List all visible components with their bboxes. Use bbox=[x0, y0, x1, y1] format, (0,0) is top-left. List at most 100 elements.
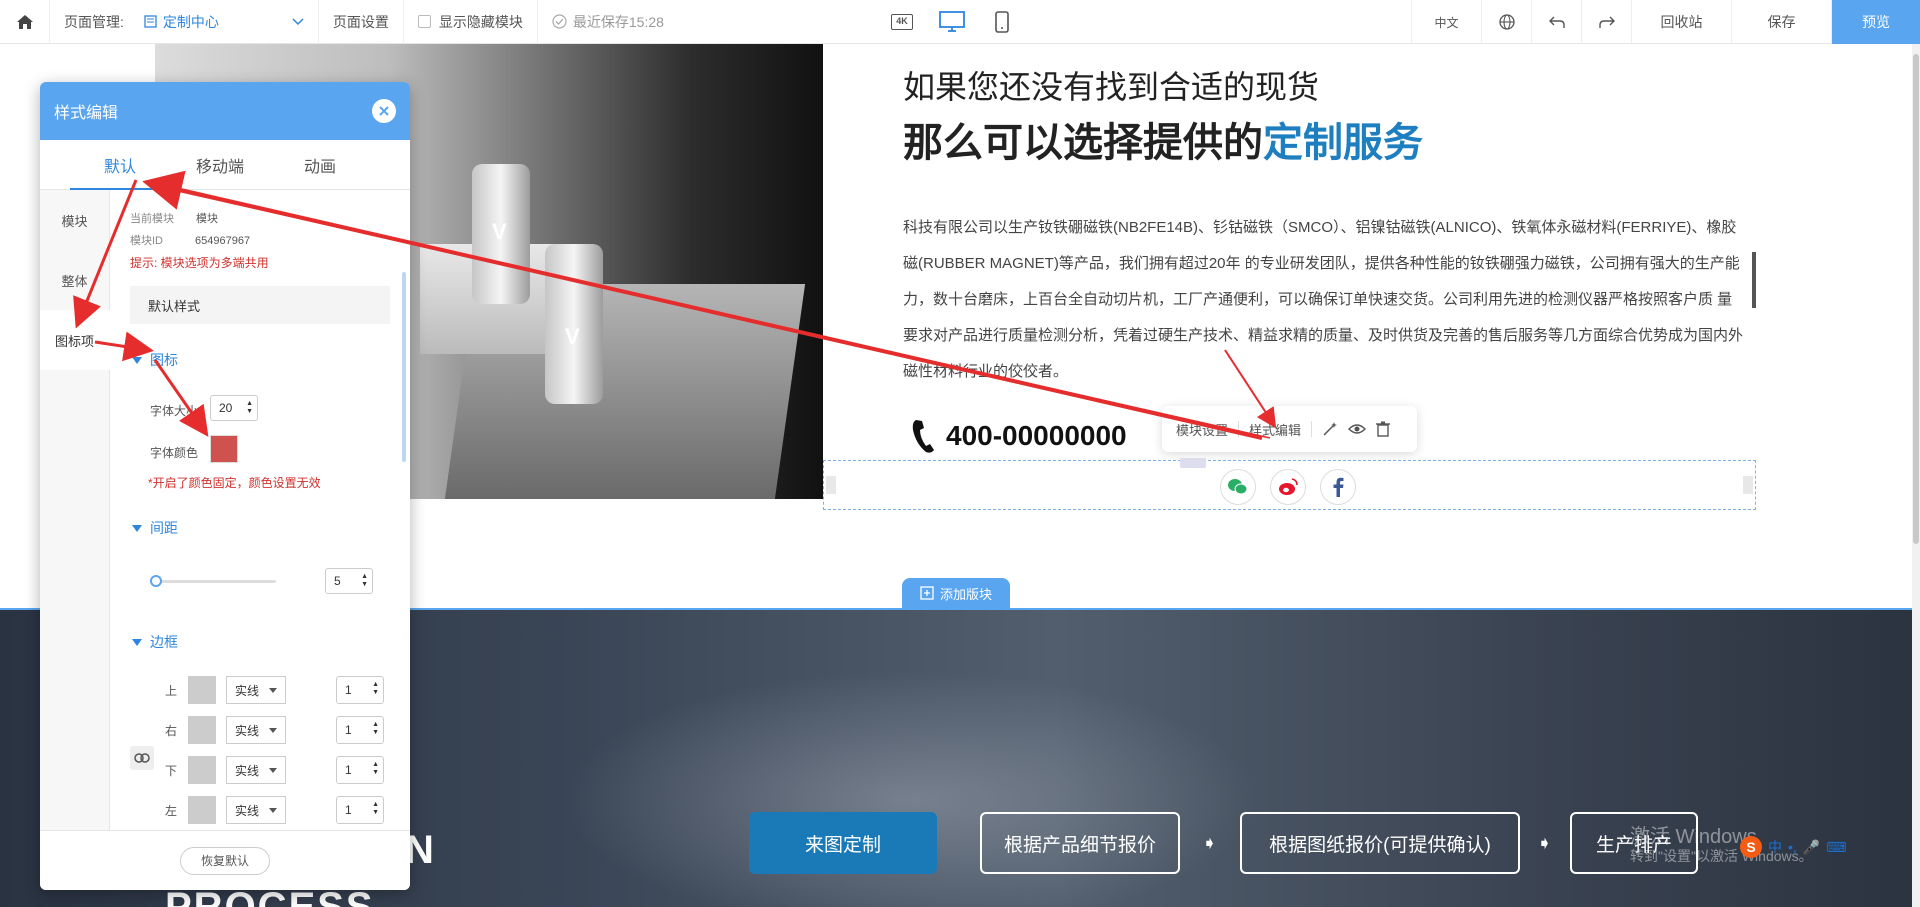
redo-button[interactable] bbox=[1581, 0, 1631, 44]
section-subheading: 那么可以选择提供的定制服务 bbox=[903, 110, 1423, 168]
ime-punct-icon: •, bbox=[1788, 839, 1797, 855]
undo-button[interactable] bbox=[1531, 0, 1581, 44]
panel-scrollbar[interactable] bbox=[402, 272, 406, 462]
home-button[interactable] bbox=[0, 0, 50, 44]
show-hidden-toggle[interactable]: 显示隐藏模块 bbox=[404, 0, 538, 44]
side-item-module[interactable]: 模块 bbox=[40, 190, 109, 250]
trash-icon[interactable] bbox=[1376, 421, 1391, 437]
panel-header: 样式编辑 bbox=[40, 82, 410, 140]
default-style-selector[interactable]: 默认样式 bbox=[130, 286, 390, 324]
module-toolbar: 模块设置 样式编辑 bbox=[1162, 406, 1417, 452]
ime-toolbar[interactable]: S 中 •, 🎤 ⌨ bbox=[1740, 836, 1846, 858]
border-top-width[interactable]: 1 ▲ ▼ bbox=[336, 676, 384, 704]
globe-button[interactable] bbox=[1481, 0, 1531, 44]
module-drag-handle[interactable] bbox=[1180, 458, 1206, 468]
spacing-section-toggle[interactable]: 间距 bbox=[132, 518, 178, 538]
home-icon bbox=[16, 14, 33, 29]
spacing-input[interactable]: 5 ▲ ▼ bbox=[325, 568, 373, 594]
process-step-2[interactable]: 根据产品细节报价 bbox=[980, 812, 1180, 874]
wechat-button[interactable] bbox=[1220, 469, 1256, 505]
tab-mobile[interactable]: 移动端 bbox=[170, 140, 270, 189]
panel-body: 当前模块 模块 模块ID 654967967 提示: 模块选项为多端共用 默认样式 … bbox=[110, 190, 410, 830]
module-resize-right[interactable] bbox=[1743, 476, 1753, 494]
topbar-right-actions: 中文 回收站 保存 预览 bbox=[1411, 0, 1920, 44]
font-size-input[interactable]: 20 ▲ ▼ bbox=[210, 395, 258, 421]
weibo-button[interactable] bbox=[1270, 469, 1306, 505]
device-4k-button[interactable]: 4K bbox=[888, 8, 916, 36]
font-color-swatch[interactable] bbox=[210, 435, 238, 463]
page-settings-button[interactable]: 页面设置 bbox=[319, 0, 404, 44]
icon-section-toggle[interactable]: 图标 bbox=[132, 350, 178, 370]
caret-down-icon bbox=[132, 638, 142, 646]
current-module-row: 当前模块 模块 bbox=[130, 210, 218, 226]
eye-icon[interactable] bbox=[1348, 422, 1367, 436]
process-step-1[interactable]: 来图定制 bbox=[749, 812, 937, 874]
spacing-slider-track[interactable] bbox=[156, 580, 276, 583]
border-left-width[interactable]: 1 ▲ ▼ bbox=[336, 796, 384, 824]
style-edit-button[interactable]: 样式编辑 bbox=[1249, 420, 1301, 439]
add-block-button[interactable]: 添加版块 bbox=[902, 578, 1010, 608]
stepper-arrows-icon[interactable]: ▲ ▼ bbox=[372, 721, 379, 737]
recycle-bin-label: 回收站 bbox=[1660, 14, 1703, 30]
style-edit-panel: 样式编辑 默认 移动端 动画 模块 整体 图标项 当前模块 模块 模块ID 6549… bbox=[40, 82, 410, 890]
border-bottom-width[interactable]: 1 ▲ ▼ bbox=[336, 756, 384, 784]
toolbar-separator bbox=[1311, 421, 1313, 437]
tab-animation[interactable]: 动画 bbox=[270, 140, 370, 189]
page-scrollbar-thumb[interactable] bbox=[1913, 54, 1919, 544]
border-bottom-style[interactable]: 实线 bbox=[226, 756, 286, 784]
border-top-width-value: 1 bbox=[345, 683, 352, 697]
stepper-arrows-icon[interactable]: ▲ ▼ bbox=[372, 761, 379, 777]
last-saved-text: 最近保存15:28 bbox=[572, 13, 664, 30]
side-item-overall[interactable]: 整体 bbox=[40, 250, 109, 310]
border-bottom-color[interactable] bbox=[188, 756, 216, 784]
save-button[interactable]: 保存 bbox=[1731, 0, 1831, 44]
desktop-icon bbox=[939, 11, 965, 32]
device-switcher: 4K bbox=[888, 0, 1016, 44]
spacing-slider-knob[interactable] bbox=[150, 575, 162, 587]
border-left-style[interactable]: 实线 bbox=[226, 796, 286, 824]
device-desktop-button[interactable] bbox=[938, 8, 966, 36]
caret-down-icon bbox=[132, 524, 142, 532]
side-item-icon-item[interactable]: 图标项 bbox=[40, 310, 110, 370]
page-scrollbar[interactable] bbox=[1912, 44, 1920, 907]
border-top-style[interactable]: 实线 bbox=[226, 676, 286, 704]
stepper-arrows-icon[interactable]: ▲ ▼ bbox=[372, 681, 379, 697]
border-right-style[interactable]: 实线 bbox=[226, 716, 286, 744]
link-icon bbox=[134, 753, 150, 763]
process-step-3[interactable]: 根据图纸报价(可提供确认) bbox=[1240, 812, 1520, 874]
microphone-icon: 🎤 bbox=[1802, 838, 1821, 855]
border-left-color[interactable] bbox=[188, 796, 216, 824]
undo-icon bbox=[1548, 16, 1565, 28]
facebook-button[interactable] bbox=[1320, 469, 1356, 505]
link-borders-button[interactable] bbox=[130, 746, 154, 770]
module-resize-left[interactable] bbox=[826, 476, 836, 494]
social-icons-module[interactable] bbox=[823, 458, 1756, 510]
page-management-label: 页面管理: bbox=[64, 13, 124, 30]
show-hidden-checkbox[interactable] bbox=[417, 15, 431, 28]
border-top-color[interactable] bbox=[188, 676, 216, 704]
keyboard-icon: ⌨ bbox=[1826, 838, 1847, 855]
panel-close-button[interactable] bbox=[372, 99, 396, 123]
plus-square-icon bbox=[920, 586, 934, 600]
stepper-arrows-icon[interactable]: ▲ ▼ bbox=[246, 400, 253, 416]
device-mobile-button[interactable] bbox=[988, 8, 1016, 36]
stepper-arrows-icon[interactable]: ▲ ▼ bbox=[372, 801, 379, 817]
text-scroll-indicator bbox=[1752, 252, 1756, 308]
border-right-color[interactable] bbox=[188, 716, 216, 744]
module-settings-button[interactable]: 模块设置 bbox=[1176, 420, 1228, 439]
page-select[interactable]: 定制中心 bbox=[144, 12, 304, 32]
preview-button[interactable]: 预览 bbox=[1831, 0, 1920, 44]
border-right-width[interactable]: 1 ▲ ▼ bbox=[336, 716, 384, 744]
language-button[interactable]: 中文 bbox=[1411, 0, 1481, 44]
windows-activation-title: 激活 Windows bbox=[1630, 826, 1757, 848]
restore-default-button[interactable]: 恢复默认 bbox=[180, 846, 270, 875]
icon-section-title: 图标 bbox=[150, 352, 178, 368]
tab-default[interactable]: 默认 bbox=[70, 140, 170, 190]
stepper-arrows-icon[interactable]: ▲ ▼ bbox=[361, 573, 368, 589]
border-left-label: 左 bbox=[165, 804, 178, 818]
recycle-bin-button[interactable]: 回收站 bbox=[1631, 0, 1731, 44]
close-icon bbox=[379, 106, 389, 116]
redo-icon bbox=[1598, 16, 1615, 28]
magic-wand-icon[interactable] bbox=[1322, 421, 1338, 437]
border-section-toggle[interactable]: 边框 bbox=[132, 632, 178, 652]
